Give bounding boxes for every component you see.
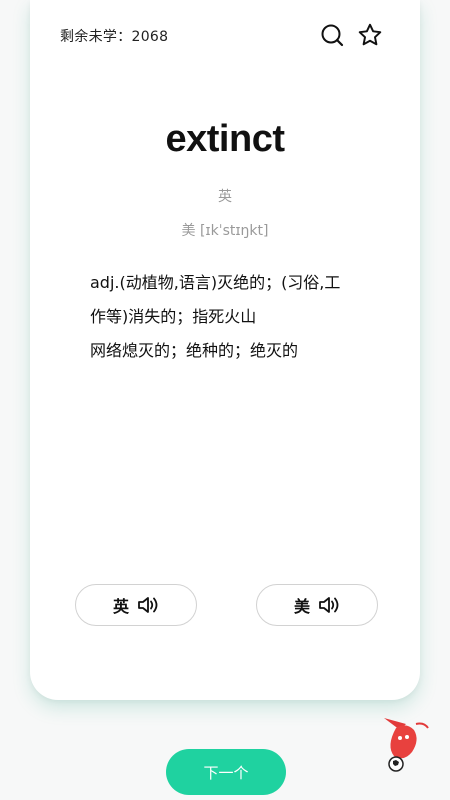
definition-line: adj.(动植物,语言)灭绝的；(习俗,工 <box>90 273 341 292</box>
phonetic-uk: 英 <box>218 189 232 205</box>
next-button[interactable]: 下一个 <box>166 749 286 795</box>
audio-uk-label: 英 <box>112 597 129 616</box>
audio-us-label: 美 <box>293 597 310 616</box>
word-card: 剩余未学：2068 extinct 英 美 [ɪkˈstɪŋkt] adj.(动… <box>30 0 420 700</box>
speaker-icon <box>318 595 340 615</box>
speaker-icon <box>137 595 159 615</box>
favorite-button[interactable] <box>357 22 383 48</box>
search-icon <box>321 24 344 47</box>
mascot-icon[interactable] <box>376 714 432 774</box>
phonetic-us: 美 [ɪkˈstɪŋkt] <box>181 223 269 239</box>
play-uk-audio-button[interactable]: 英 <box>75 584 197 626</box>
star-icon <box>358 23 382 46</box>
remaining-count: 剩余未学：2068 <box>60 29 169 45</box>
play-us-audio-button[interactable]: 美 <box>256 584 378 626</box>
definition-list: adj.(动植物,语言)灭绝的；(习俗,工 作等)消失的；指死火山 网络熄灭的；… <box>90 266 370 368</box>
search-button[interactable] <box>319 22 345 48</box>
definition-line: 作等)消失的；指死火山 <box>90 307 257 326</box>
word-title: extinct <box>165 118 285 160</box>
definition-line: 网络熄灭的；绝种的；绝灭的 <box>90 341 299 360</box>
